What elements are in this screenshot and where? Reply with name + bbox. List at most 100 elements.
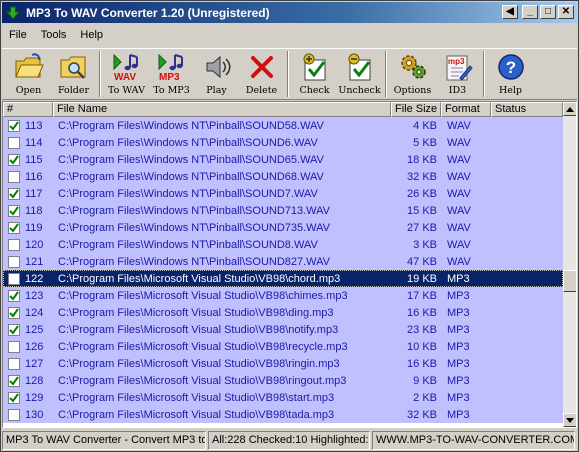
- menu-tools[interactable]: Tools: [34, 29, 74, 41]
- row-checkbox[interactable]: [8, 340, 20, 353]
- table-row[interactable]: 127 C:\Program Files\Microsoft Visual Stu…: [3, 355, 563, 372]
- to-mp3-button[interactable]: MP3 To MP3: [149, 51, 194, 99]
- menu-file[interactable]: File: [2, 29, 34, 41]
- row-checkbox[interactable]: [8, 357, 20, 370]
- row-file-size: 17 KB: [407, 289, 437, 302]
- folder-search-icon: [57, 51, 91, 83]
- row-format: WAV: [447, 187, 471, 200]
- folder-button[interactable]: Folder: [51, 51, 96, 99]
- delete-button[interactable]: Delete: [239, 51, 284, 99]
- row-checkbox[interactable]: [8, 391, 20, 404]
- delete-x-icon: [245, 51, 279, 83]
- row-format: MP3: [447, 357, 470, 370]
- table-row[interactable]: 115 C:\Program Files\Windows NT\Pinball\S…: [3, 151, 563, 168]
- row-checkbox[interactable]: [8, 221, 20, 234]
- row-checkbox[interactable]: [8, 408, 20, 421]
- row-number-cell: 117: [3, 187, 53, 200]
- row-file-size: 32 KB: [407, 170, 437, 183]
- row-checkbox[interactable]: [8, 187, 20, 200]
- row-checkbox[interactable]: [8, 153, 20, 166]
- row-checkbox[interactable]: [8, 204, 20, 217]
- app-arrow-icon: [5, 5, 21, 21]
- table-row[interactable]: 124 C:\Program Files\Microsoft Visual Stu…: [3, 304, 563, 321]
- row-file-size: 16 KB: [407, 357, 437, 370]
- vertical-scrollbar[interactable]: [563, 102, 576, 427]
- row-checkbox[interactable]: [8, 255, 20, 268]
- table-row[interactable]: 116 C:\Program Files\Windows NT\Pinball\S…: [3, 168, 563, 185]
- row-number: 118: [25, 204, 43, 217]
- check-mark-icon: [9, 324, 19, 335]
- row-file-size: 4 KB: [413, 119, 437, 132]
- column-file-name[interactable]: File Name: [53, 102, 391, 117]
- open-button[interactable]: Open: [6, 51, 51, 99]
- folder-label: Folder: [57, 85, 90, 96]
- scroll-down-button[interactable]: [563, 413, 576, 427]
- close-button[interactable]: ✕: [558, 5, 574, 19]
- table-row[interactable]: 120 C:\Program Files\Windows NT\Pinball\S…: [3, 236, 563, 253]
- column-number[interactable]: #: [3, 102, 53, 117]
- minimize-button[interactable]: _: [522, 5, 538, 19]
- table-row[interactable]: 122 C:\Program Files\Microsoft Visual Stu…: [3, 270, 563, 287]
- table-row[interactable]: 125 C:\Program Files\Microsoft Visual Stu…: [3, 321, 563, 338]
- status-website[interactable]: WWW.MP3-TO-WAV-CONVERTER.COM: [372, 431, 575, 450]
- play-button[interactable]: Play: [194, 51, 239, 99]
- menu-help[interactable]: Help: [73, 29, 110, 41]
- options-button[interactable]: Options: [390, 51, 435, 99]
- row-checkbox[interactable]: [8, 374, 20, 387]
- row-checkbox[interactable]: [8, 306, 20, 319]
- row-file-name: C:\Program Files\Microsoft Visual Studio…: [58, 306, 334, 319]
- row-number: 129: [25, 391, 44, 404]
- table-row[interactable]: 129 C:\Program Files\Microsoft Visual Stu…: [3, 389, 563, 406]
- table-row[interactable]: 118 C:\Program Files\Windows NT\Pinball\S…: [3, 202, 563, 219]
- row-number: 128: [25, 374, 44, 387]
- row-format: WAV: [447, 255, 471, 268]
- row-file-size: 15 KB: [407, 204, 437, 217]
- row-number-cell: 119: [3, 221, 53, 234]
- check-button[interactable]: Check: [292, 51, 337, 99]
- column-status[interactable]: Status: [491, 102, 563, 117]
- table-row[interactable]: 113 C:\Program Files\Windows NT\Pinball\S…: [3, 117, 563, 134]
- row-number-cell: 118: [3, 204, 53, 217]
- maximize-button[interactable]: □: [540, 5, 556, 19]
- column-format[interactable]: Format: [441, 102, 491, 117]
- scroll-thumb[interactable]: [563, 270, 576, 292]
- table-row[interactable]: 121 C:\Program Files\Windows NT\Pinball\S…: [3, 253, 563, 270]
- table-row[interactable]: 130 C:\Program Files\Microsoft Visual Stu…: [3, 406, 563, 423]
- row-checkbox[interactable]: [8, 289, 20, 302]
- row-checkbox[interactable]: [8, 170, 20, 183]
- toolbar-separator: [99, 51, 101, 97]
- column-file-size[interactable]: File Size: [391, 102, 441, 117]
- table-row[interactable]: 123 C:\Program Files\Microsoft Visual Stu…: [3, 287, 563, 304]
- to-wav-button[interactable]: WAV To WAV: [104, 51, 149, 99]
- row-number: 121: [25, 255, 44, 268]
- row-file-name: C:\Program Files\Microsoft Visual Studio…: [58, 408, 335, 421]
- row-checkbox[interactable]: [8, 136, 20, 149]
- scroll-up-button[interactable]: [563, 102, 576, 116]
- open-folder-icon: [12, 51, 46, 83]
- uncheck-button[interactable]: Uncheck: [337, 51, 382, 99]
- row-number: 115: [25, 153, 43, 166]
- row-format: MP3: [447, 408, 470, 421]
- table-row[interactable]: 119 C:\Program Files\Windows NT\Pinball\S…: [3, 219, 563, 236]
- options-label: Options: [393, 85, 432, 96]
- row-checkbox[interactable]: [8, 272, 20, 285]
- table-row[interactable]: 128 C:\Program Files\Microsoft Visual Stu…: [3, 372, 563, 389]
- delete-label: Delete: [245, 85, 278, 96]
- title-bar[interactable]: MP3 To WAV Converter 1.20 (Unregistered)…: [2, 2, 577, 23]
- row-file-name: C:\Program Files\Windows NT\Pinball\SOUN…: [58, 119, 324, 132]
- id3-button[interactable]: mp3 ID3: [435, 51, 480, 99]
- row-checkbox[interactable]: [8, 119, 20, 132]
- row-number-cell: 128: [3, 374, 53, 387]
- table-row[interactable]: 117 C:\Program Files\Windows NT\Pinball\S…: [3, 185, 563, 202]
- help-button[interactable]: ? Help: [488, 51, 533, 99]
- table-row[interactable]: 126 C:\Program Files\Microsoft Visual Stu…: [3, 338, 563, 355]
- file-list[interactable]: # File Name File Size Format Status 113 C…: [2, 101, 577, 428]
- status-counts: All:228 Checked:10 Highlighted:1: [208, 431, 370, 450]
- check-mark-icon: [9, 375, 19, 386]
- toolbar: Open Folder WAV To WAV MP3 To MP3 Play D…: [2, 48, 577, 100]
- back-icon[interactable]: ◀: [502, 5, 518, 19]
- row-checkbox[interactable]: [8, 323, 20, 336]
- table-row[interactable]: 114 C:\Program Files\Windows NT\Pinball\S…: [3, 134, 563, 151]
- row-checkbox[interactable]: [8, 238, 20, 251]
- row-number: 120: [25, 238, 44, 251]
